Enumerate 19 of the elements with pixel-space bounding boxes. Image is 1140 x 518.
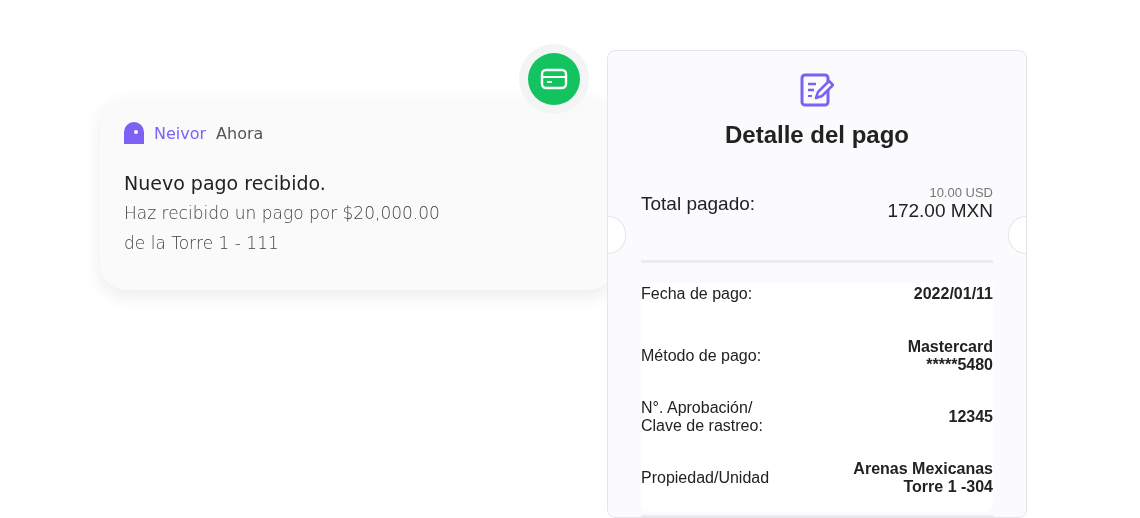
notification-title: Nuevo pago recibido. — [124, 172, 327, 194]
detail-label: Fecha de pago: — [641, 285, 753, 303]
detail-value: Arenas Mexicanas Torre 1 -304 — [853, 459, 993, 496]
credit-card-icon — [540, 68, 568, 90]
edit-document-icon — [800, 73, 834, 107]
detail-value: 2022/01/11 — [913, 285, 993, 303]
detail-label: Propiedad/Unidad — [641, 468, 770, 487]
detail-value: 12345 — [948, 407, 993, 426]
total-label: Total pagado: — [641, 192, 756, 215]
total-usd: 10.00 USD — [928, 185, 993, 200]
notification-time: Ahora — [216, 123, 264, 143]
detail-label: N°. Aprobación/ Clave de rastreo: — [641, 398, 763, 435]
detail-label: Método de pago: — [641, 346, 762, 365]
notification-message: Haz recibido un pago por $20,000.00 de la Torre 1 - 111 — [124, 202, 441, 255]
detail-value: Mastercard *****5480 — [907, 337, 993, 374]
panel-title: Detalle del pago — [724, 121, 909, 149]
app-logo-icon — [124, 122, 144, 144]
app-name: Neivor — [154, 123, 207, 143]
total-mxn: 172.00 MXN — [887, 200, 993, 222]
